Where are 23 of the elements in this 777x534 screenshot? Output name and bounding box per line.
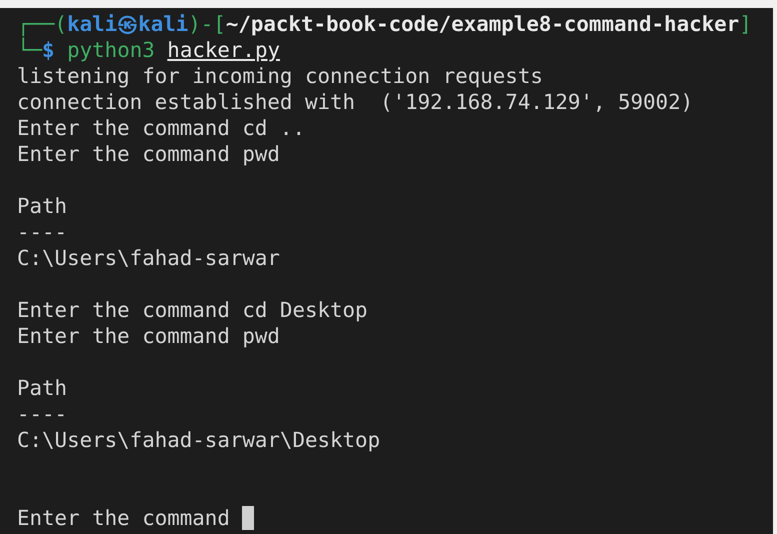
user-host: kali㉿kali xyxy=(67,12,188,36)
prompt-separator: )-[ xyxy=(188,12,226,36)
output-line: Enter the command cd Desktop xyxy=(17,298,368,322)
prompt-frame: └─ xyxy=(17,38,42,62)
prompt-frame: ┌──( xyxy=(17,12,68,36)
prompt-symbol: $ xyxy=(42,38,55,62)
output-line: connection established with ('192.168.74.129', 59002) xyxy=(17,90,694,114)
command-name: python3 xyxy=(67,38,155,62)
output-line: Enter the command cd .. xyxy=(17,116,305,140)
path-bracket: ] xyxy=(739,12,752,36)
output-line: Enter the command pwd xyxy=(17,142,280,166)
cursor xyxy=(242,506,254,530)
output-line: ---- xyxy=(17,402,68,426)
output-line: listening for incoming connection requests xyxy=(17,64,543,88)
output-line: Path xyxy=(17,376,68,400)
input-prompt: Enter the command xyxy=(17,505,231,531)
command-argument: hacker.py xyxy=(167,38,280,62)
working-directory: ~/packt-book-code/example8-command-hacker xyxy=(226,12,740,36)
output-line: C:\Users\fahad-sarwar\Desktop xyxy=(17,428,380,452)
output-line: C:\Users\fahad-sarwar xyxy=(17,246,280,270)
output-line: Enter the command pwd xyxy=(17,324,280,348)
output-line: ---- xyxy=(17,220,68,244)
output-line: Path xyxy=(17,194,68,218)
